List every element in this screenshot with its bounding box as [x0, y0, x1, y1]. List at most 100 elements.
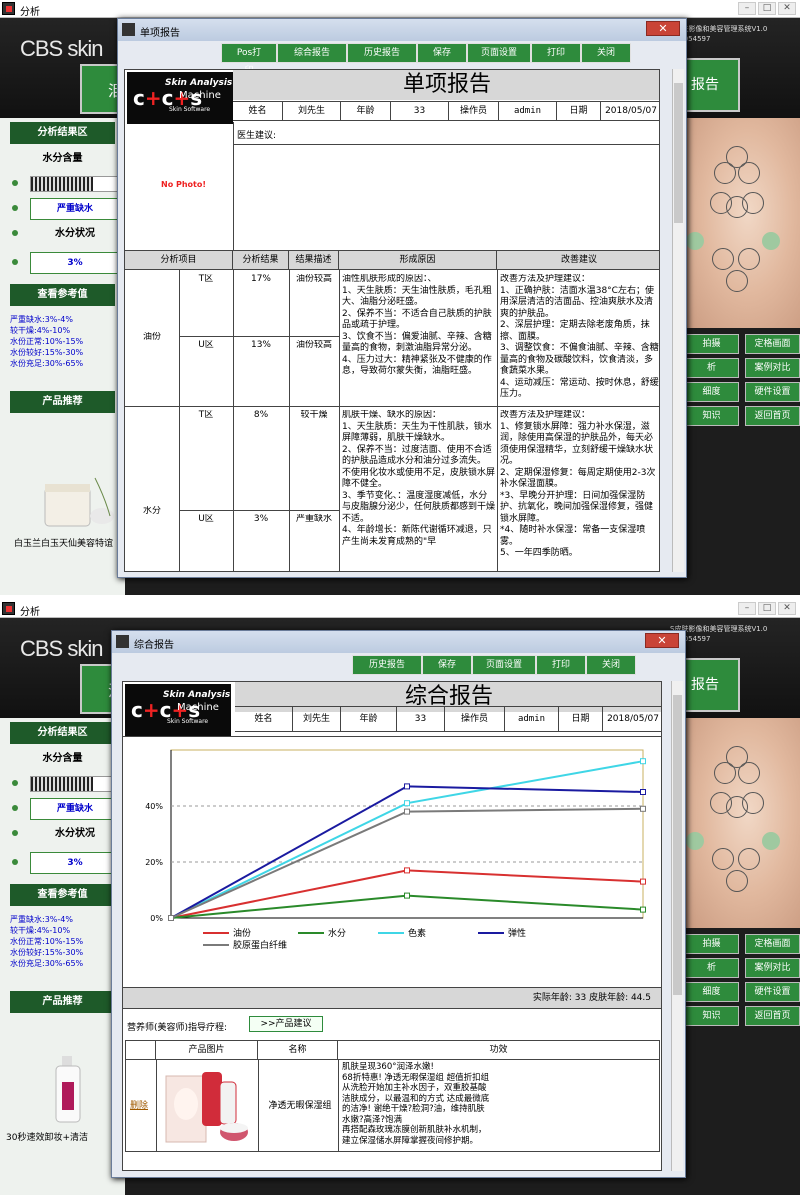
dialog-toolbar: 历史报告 保存 页面设置 打印 关闭: [352, 655, 636, 675]
data-point: [168, 915, 174, 921]
system-info: S皮肤影像和美容管理系统V1.0 ESR054597: [670, 25, 768, 43]
knowledge-button[interactable]: 知识: [684, 406, 739, 426]
product-image: [55, 1056, 81, 1123]
report-sheet: c+c+s Skin Analysis Machine Skin Software 单…: [124, 69, 660, 572]
guide-label: 营养师(美容师)指导疗程:: [127, 1023, 228, 1033]
hardware-settings-button[interactable]: 硬件设置: [745, 982, 800, 1002]
analyze-button[interactable]: 析: [684, 358, 739, 378]
close-button[interactable]: 关闭: [586, 655, 636, 675]
operator: admin: [499, 102, 557, 120]
minimize-button[interactable]: –: [738, 2, 756, 15]
brand-logo: c+c+s Skin Analysis Machine Skin Software: [127, 72, 233, 124]
freeze-frame-button[interactable]: 定格画面: [745, 334, 800, 354]
minimize-button[interactable]: –: [738, 602, 756, 615]
case-compare-button[interactable]: 案例对比: [745, 958, 800, 978]
moisture-title: 水分含量: [42, 753, 83, 764]
series-line-4: [170, 807, 644, 919]
status-value: 3%: [30, 252, 120, 274]
dialog-title: 单项报告: [140, 28, 180, 39]
close-icon[interactable]: ✕: [646, 21, 680, 36]
close-button[interactable]: 关闭: [581, 43, 631, 63]
home-button[interactable]: 返回首页: [745, 406, 800, 426]
product-advice-button[interactable]: >>产品建议: [249, 1016, 323, 1032]
client-age: 33: [397, 707, 445, 731]
app-logo: CBS skin: [20, 636, 103, 661]
hardware-settings-button[interactable]: 硬件设置: [745, 382, 800, 402]
moisture-bar: [30, 176, 120, 192]
y-tick-label: 40%: [145, 802, 163, 811]
page-setup-button[interactable]: 页面设置: [467, 43, 531, 63]
legend-label: 油份: [233, 927, 251, 939]
window-controls: – □ ✕: [738, 2, 796, 15]
report-date: 2018/05/07: [607, 714, 659, 724]
knowledge-button[interactable]: 知识: [684, 1006, 739, 1026]
screen-bottom: 分析 –□✕ CBS skin 泪 S皮肤影像和美容管理系统V1.0ESR054…: [0, 600, 800, 1195]
save-button[interactable]: 保存: [417, 43, 467, 63]
age-summary: 实际年龄: 33 皮肤年龄: 44.5: [123, 987, 661, 1009]
y-tick-label: 20%: [145, 858, 163, 867]
history-report-button[interactable]: 历史报告: [352, 655, 422, 675]
brand-logo: c+c+s Skin Analysis Machine Skin Software: [125, 684, 231, 736]
data-point: [404, 808, 410, 815]
report-date: 2018/05/07: [605, 106, 657, 116]
title-bar: 分析 – □ ✕: [0, 0, 800, 18]
scrollbar[interactable]: [671, 681, 683, 1171]
ref-values-button[interactable]: 查看参考值: [10, 884, 115, 906]
summary-report-dialog: 综合报告 ✕ 历史报告 保存 页面设置 打印 关闭 c+c+s Skin Anal…: [111, 630, 686, 1178]
client-info-row: 姓名 刘先生 年龄 33 操作员 admin 日期 2018/05/07: [233, 101, 659, 121]
report-sheet: c+c+s Skin Analysis Machine Skin Software 综…: [122, 681, 662, 1171]
detail-button[interactable]: 细度: [684, 982, 739, 1002]
analyze-button[interactable]: 析: [684, 958, 739, 978]
data-point: [404, 800, 410, 807]
oil-cause: 油性肌肤形成的原因：、 1、天生肤质：天生油性肤质，毛孔粗大、油脂分泌旺盛。 2…: [342, 274, 492, 376]
pos-print-button[interactable]: Pos打印: [221, 43, 277, 76]
print-button[interactable]: 打印: [531, 43, 581, 63]
close-icon[interactable]: ✕: [778, 602, 796, 615]
maximize-button[interactable]: □: [758, 2, 776, 15]
status-value: 3%: [30, 852, 120, 874]
window-title: 分析: [20, 607, 40, 618]
app-icon: [116, 635, 129, 648]
ref-values-button[interactable]: 查看参考值: [10, 284, 115, 306]
freeze-frame-button[interactable]: 定格画面: [745, 934, 800, 954]
app-icon: [2, 2, 15, 15]
product-image: [44, 477, 114, 527]
screen-top: 分析 – □ ✕ CBS skin 泪 S皮肤影像和美容管理系统V1.0 ESR054…: [0, 0, 800, 595]
window-title: 分析: [20, 7, 40, 18]
close-icon[interactable]: ✕: [645, 633, 679, 648]
print-button[interactable]: 打印: [536, 655, 586, 675]
face-map[interactable]: [684, 118, 800, 328]
item-moisture: 水分: [142, 506, 161, 516]
case-compare-button[interactable]: 案例对比: [745, 358, 800, 378]
right-button-grid: 拍摄 定格画面 析案例对比 细度 硬件设置 知识 返回首页: [684, 934, 800, 1026]
dialog-title: 综合报告: [134, 640, 174, 651]
title-bar: 分析 – □ ✕: [0, 600, 800, 618]
product-row-name: 净透无暇保湿组: [268, 1101, 332, 1111]
close-icon[interactable]: ✕: [778, 2, 796, 15]
data-point: [640, 906, 646, 913]
product-effect: 肌肤呈现360°润泽水嫩! 68折特惠! 净透无暇保湿组 超值折扣组 从洗脸开始…: [342, 1062, 490, 1146]
section-analysis-result: 分析结果区: [10, 722, 115, 744]
capture-button[interactable]: 拍摄: [684, 334, 739, 354]
dialog-toolbar: Pos打印 综合报告 历史报告 保存 页面设置 打印 关闭: [221, 43, 631, 76]
dialog-title-bar: 单项报告 ✕: [118, 19, 686, 41]
page-setup-button[interactable]: 页面设置: [472, 655, 536, 675]
maximize-button[interactable]: □: [758, 602, 776, 615]
summary-report-button[interactable]: 综合报告: [277, 43, 347, 63]
moisture-bar: [30, 776, 120, 792]
ref-list: 严重缺水:3%-4% 较干燥:4%-10% 水份正常:10%-15% 水份较好:15%…: [10, 915, 84, 968]
save-button[interactable]: 保存: [422, 655, 472, 675]
status-title: 水分状况: [55, 228, 95, 239]
scrollbar[interactable]: [672, 69, 684, 572]
app-icon: [122, 23, 135, 36]
capture-button[interactable]: 拍摄: [684, 934, 739, 954]
home-button[interactable]: 返回首页: [745, 1006, 800, 1026]
client-name: 刘先生: [293, 707, 341, 731]
legend-label: 水分: [328, 927, 346, 939]
delete-link[interactable]: 删除: [130, 1098, 148, 1111]
client-info-row: 姓名 刘先生 年龄 33 操作员 admin 日期 2018/05/07: [235, 706, 661, 732]
history-report-button[interactable]: 历史报告: [347, 43, 417, 63]
face-map[interactable]: [684, 718, 800, 928]
detail-button[interactable]: 细度: [684, 382, 739, 402]
app-logo: CBS skin: [20, 36, 103, 61]
